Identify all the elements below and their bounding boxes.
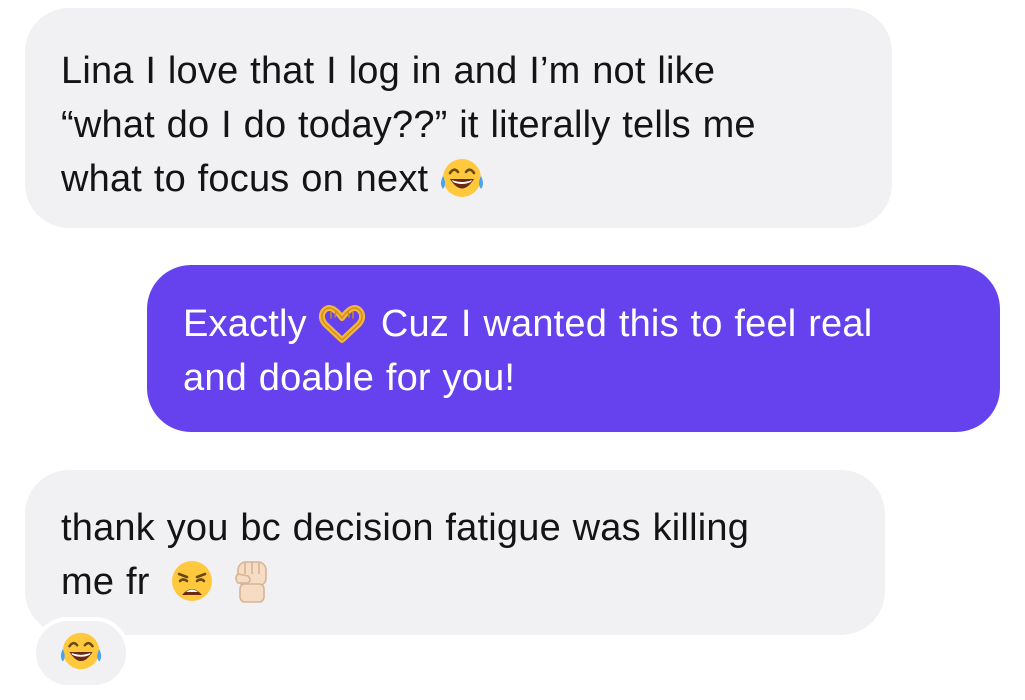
face-with-tears-of-joy-icon xyxy=(438,154,486,202)
outgoing-message-bubble[interactable]: Exactly Cuz I wanted this to feel real a… xyxy=(147,265,1000,432)
message-text-line: thank you bc decision fatigue was killin… xyxy=(61,507,750,549)
raised-fist-icon xyxy=(228,556,276,606)
incoming-message-bubble[interactable]: Lina I love that I log in and I’m not li… xyxy=(25,8,892,228)
heart-hands-icon xyxy=(317,300,367,346)
message-text-line: me fr xyxy=(61,555,855,609)
weary-face-icon xyxy=(168,557,216,605)
message-text-line: and doable for you! xyxy=(183,357,516,399)
incoming-message-bubble[interactable]: thank you bc decision fatigue was killin… xyxy=(25,470,885,635)
message-text-line: what to focus on next xyxy=(61,152,862,206)
message-text-fragment: me fr xyxy=(61,561,150,603)
face-with-tears-of-joy-icon xyxy=(58,628,104,679)
message-text-fragment: Cuz I wanted this to feel real xyxy=(380,303,873,345)
message-text-line: Exactly Cuz I wanted this to feel real xyxy=(183,297,974,351)
message-text-fragment: what to focus on next xyxy=(61,158,429,200)
message-text-line: Lina I love that I log in and I’m not li… xyxy=(61,50,716,92)
message-text-fragment: Exactly xyxy=(183,303,307,345)
reaction-badge[interactable] xyxy=(32,617,130,689)
message-text-line: “what do I do today??” it literally tell… xyxy=(61,104,756,146)
